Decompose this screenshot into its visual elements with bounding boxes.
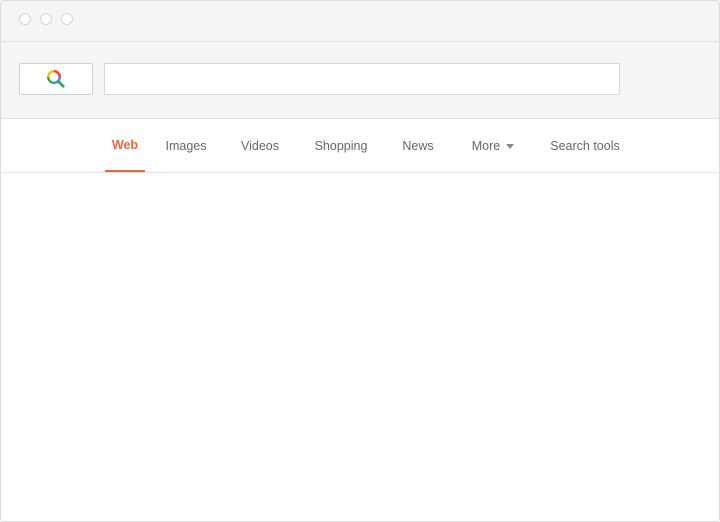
browser-window: Web Images Videos Shopping News More Sea… [0, 0, 720, 522]
tab-more-label: More [471, 138, 501, 153]
tab-videos[interactable]: Videos [237, 119, 283, 172]
search-tabs: Web Images Videos Shopping News More Sea… [1, 119, 719, 173]
tab-images[interactable]: Images [163, 119, 209, 172]
tab-shopping[interactable]: Shopping [311, 119, 371, 172]
title-bar [1, 1, 719, 42]
search-input[interactable] [104, 63, 620, 95]
tab-web[interactable]: Web [105, 119, 145, 172]
minimize-window-button[interactable] [40, 13, 52, 25]
tab-search-tools[interactable]: Search tools [547, 119, 623, 172]
maximize-window-button[interactable] [61, 13, 73, 25]
chevron-down-icon [506, 143, 515, 149]
results-area [1, 173, 719, 521]
tab-more[interactable]: More [467, 119, 519, 172]
search-logo-button[interactable] [19, 63, 93, 95]
magnifier-logo-icon [47, 70, 65, 88]
tab-news[interactable]: News [399, 119, 437, 172]
close-window-button[interactable] [19, 13, 31, 25]
search-header [1, 42, 719, 119]
